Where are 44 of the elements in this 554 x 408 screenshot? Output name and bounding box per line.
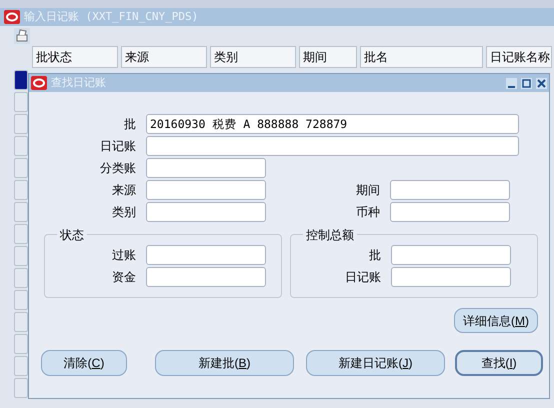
input-field[interactable] [146,136,519,156]
field-label: 日记账 [99,138,137,155]
column-header[interactable]: 批状态 [32,46,118,68]
input-field[interactable] [146,158,266,178]
maximize-icon[interactable] [521,78,532,88]
input-field[interactable] [146,180,266,200]
field-label: 币种 [355,204,381,221]
field-label: 类别 [111,204,137,221]
printer-icon[interactable] [14,28,30,44]
input-field[interactable] [146,245,266,265]
oracle-logo-icon [31,76,47,90]
dialog-button[interactable]: 清除(C) [41,350,127,376]
input-field[interactable] [390,202,510,222]
window-title: 输入日记账 (XXT_FIN_CNY_PDS) [24,8,198,25]
dialog-title: 查找日记账 [51,76,107,91]
field-label: 过账 [111,247,137,264]
field-label: 批 [123,116,137,133]
field-label: 日记账 [344,269,382,286]
dialog-button[interactable]: 查找(I) [455,350,543,376]
details-button[interactable]: 详细信息(M) [454,308,538,333]
row-selector[interactable] [14,70,28,90]
column-header[interactable]: 来源 [121,46,207,68]
input-field[interactable] [391,245,511,265]
field-label: 期间 [355,182,381,199]
field-label: 分类账 [99,160,137,177]
input-field[interactable]: 20160930 税费 A 888888 728879 [146,114,519,134]
close-icon[interactable] [536,78,547,88]
field-label: 来源 [111,182,137,199]
input-field[interactable] [391,267,511,287]
group-title: 状态 [57,226,87,244]
input-field[interactable] [146,202,266,222]
oracle-logo-icon [4,10,20,24]
input-field[interactable] [146,267,266,287]
column-header[interactable]: 期间 [299,46,357,68]
dialog-button[interactable]: 新建日记账(J) [306,350,445,376]
dialog-button[interactable]: 新建批(B) [155,350,294,376]
input-field[interactable] [390,180,510,200]
minimize-icon[interactable] [506,78,517,88]
column-header[interactable]: 类别 [210,46,296,68]
field-label: 资金 [111,269,137,286]
column-header[interactable]: 日记账名称 [486,46,552,68]
column-header[interactable]: 批名 [360,46,483,68]
group-title: 控制总额 [303,226,357,244]
field-label: 批 [368,247,382,264]
